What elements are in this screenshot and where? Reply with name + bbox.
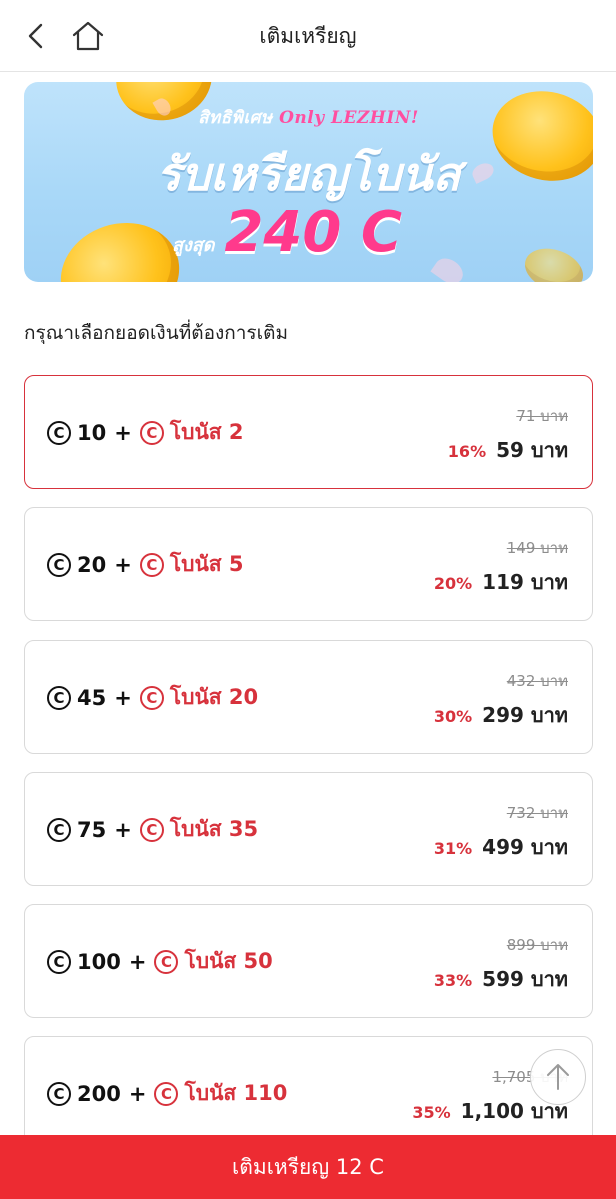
coin-count: 45 <box>77 685 107 710</box>
price-block: 732 บาท 31% 499 บาท <box>434 801 568 863</box>
original-price: 732 บาท <box>506 804 568 822</box>
plus-sign: + <box>114 420 132 445</box>
bonus-label: โบนัส 2 <box>169 420 244 444</box>
original-price: 432 บาท <box>506 672 568 690</box>
amount-option[interactable]: C 75 + C โบนัส 35 732 บาท 31% 499 บาท <box>24 772 593 886</box>
coin-count: 20 <box>77 552 107 577</box>
plus-sign: + <box>128 949 147 974</box>
sale-price: 119 บาท <box>482 570 568 594</box>
page-title: เติมเหรียญ <box>259 24 357 48</box>
price-row: 20% 119 บาท <box>434 566 568 598</box>
amount-option[interactable]: C 20 + C โบนัส 5 149 บาท 20% 119 บาท <box>24 507 593 621</box>
sale-price: 299 บาท <box>482 703 568 727</box>
plus-sign: + <box>114 685 132 710</box>
price-row: 33% 599 บาท <box>434 963 568 995</box>
bonus-label: โบนัส 110 <box>184 1081 288 1105</box>
top-up-button[interactable]: เติมเหรียญ 12 C <box>0 1135 616 1199</box>
coin-count: 75 <box>77 817 107 842</box>
discount-percent: 33% <box>433 971 473 990</box>
coin-count: 10 <box>77 420 107 445</box>
sale-price: 599 บาท <box>482 967 568 991</box>
original-price: 71 บาท <box>516 407 568 425</box>
plus-sign: + <box>128 1081 147 1106</box>
discount-percent: 35% <box>412 1103 451 1122</box>
coin-amount: C 20 + C โบนัส 5 <box>47 548 244 581</box>
banner-tag: สิทธิพิเศษ <box>198 108 273 128</box>
bonus-label: โบนัส 35 <box>169 817 259 841</box>
banner-max: สูงสุด 240 C <box>172 200 402 265</box>
coin-amount: C 200 + C โบนัส 110 <box>47 1077 287 1110</box>
coin-amount: C 10 + C โบนัส 2 <box>47 416 244 449</box>
original-price: 899 บาท <box>506 936 568 954</box>
plus-sign: + <box>114 817 132 842</box>
bonus-amount: C โบนัส 5 <box>139 548 244 581</box>
original-price: 149 บาท <box>506 539 568 557</box>
price-row: 16% 59 บาท <box>448 434 568 466</box>
bonus-coin-icon: C <box>139 817 164 842</box>
banner-brand: Only LEZHIN! <box>279 108 419 128</box>
discount-percent: 16% <box>447 442 487 461</box>
sale-price: 499 บาท <box>482 835 568 859</box>
coin-icon: C <box>47 817 71 842</box>
scroll-to-top-button[interactable] <box>530 1049 586 1105</box>
discount-percent: 30% <box>433 707 473 726</box>
price-block: 899 บาท 33% 599 บาท <box>434 933 568 995</box>
bonus-label: โบนัส 20 <box>169 685 259 709</box>
sale-price: 59 บาท <box>496 438 568 462</box>
bonus-amount: C โบนัส 2 <box>139 416 244 449</box>
price-block: 432 บาท 30% 299 บาท <box>434 669 568 731</box>
banner-tagline: สิทธิพิเศษ Only LEZHIN! <box>24 104 593 131</box>
banner-max-label: สูงสุด <box>172 235 215 256</box>
arrow-up-icon <box>547 1064 569 1090</box>
coin-icon: C <box>47 552 71 577</box>
coin-count: 100 <box>77 949 121 974</box>
coin-decoration <box>47 207 193 282</box>
petal-decoration <box>430 253 468 282</box>
amount-option[interactable]: C 100 + C โบนัส 50 899 บาท 33% 599 บาท <box>24 904 593 1018</box>
coin-decoration <box>518 240 590 282</box>
coin-icon: C <box>47 420 71 445</box>
bonus-label: โบนัส 50 <box>184 949 273 973</box>
coin-icon: C <box>47 949 71 974</box>
banner-max-value: 240 C <box>224 200 402 265</box>
bonus-amount: C โบนัส 110 <box>154 1077 287 1110</box>
discount-percent: 31% <box>433 839 473 858</box>
coin-amount: C 100 + C โบนัส 50 <box>47 945 273 978</box>
top-app-bar: เติมเหรียญ <box>0 0 616 72</box>
bonus-label: โบนัส 5 <box>169 552 244 576</box>
bonus-coin-icon: C <box>139 685 164 710</box>
price-row: 30% 299 บาท <box>434 699 568 731</box>
bonus-amount: C โบนัส 35 <box>139 813 259 846</box>
amount-option[interactable]: C 10 + C โบนัส 2 71 บาท 16% 59 บาท <box>24 375 593 489</box>
amount-option[interactable]: C 45 + C โบนัส 20 432 บาท 30% 299 บาท <box>24 640 593 754</box>
top-up-button-label: เติมเหรียญ 12 C <box>232 1154 384 1179</box>
price-block: 71 บาท 16% 59 บาท <box>448 404 568 466</box>
bonus-coin-icon: C <box>154 1081 179 1106</box>
bonus-coin-icon: C <box>139 552 164 577</box>
plus-sign: + <box>114 552 132 577</box>
coin-icon: C <box>47 685 71 710</box>
coin-amount: C 75 + C โบนัส 35 <box>47 813 258 846</box>
bonus-amount: C โบนัส 50 <box>154 945 273 978</box>
bonus-coin-icon: C <box>139 420 164 445</box>
coin-amount: C 45 + C โบนัส 20 <box>47 681 258 714</box>
promo-banner[interactable]: สิทธิพิเศษ Only LEZHIN! รับเหรียญโบนัส ส… <box>24 82 593 282</box>
bonus-coin-icon: C <box>154 949 179 974</box>
price-row: 31% 499 บาท <box>434 831 568 863</box>
price-block: 149 บาท 20% 119 บาท <box>434 536 568 598</box>
bonus-amount: C โบนัส 20 <box>139 681 259 714</box>
coin-count: 200 <box>77 1081 121 1106</box>
discount-percent: 20% <box>433 574 473 593</box>
coin-icon: C <box>47 1081 71 1106</box>
amount-option[interactable]: C 200 + C โบนัส 110 1,705 บาท 35% 1,100 … <box>24 1036 593 1150</box>
amount-prompt: กรุณาเลือกยอดเงินที่ต้องการเติม <box>24 322 288 344</box>
